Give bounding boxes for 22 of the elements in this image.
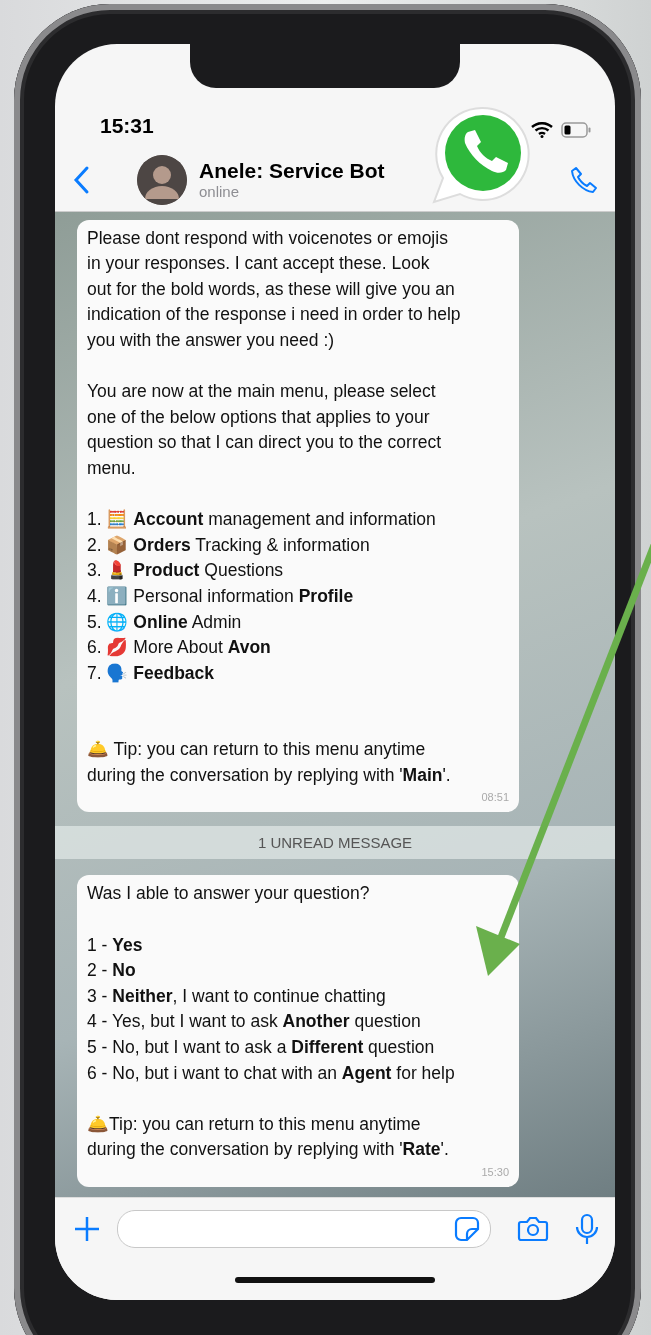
message-text: 🛎 Tip: you can return to this menu anytime during the conversation by replying with 'Main'. (87, 738, 452, 787)
camera-icon[interactable] (517, 1215, 549, 1243)
unread-banner: 1 UNREAD MESSAGE (55, 826, 615, 860)
message-text: 1 - Yes 2 - No 3 - Neither, I want to continue chatting 4 - Yes, but I want to ask Another question 5 - No, but I want to ask a Different question 6 - No, but i want to chat with an Agent for help (87, 933, 456, 1085)
message-text: Please dont respond with voicenotes or emojis in your responses. I cant accept these. Look out for the bold words, as these will give you an indication of the response i need in order to help you with the answer you need :) (87, 226, 462, 352)
message-text: 1. 🧮 Account management and information 2. 📦 Orders Tracking & information 3. 💄 Product Questions 4. ℹ Personal information Profile 5. 🌐 Online Admin 6. 💋 More About Avon 7. 🗣 Feedback (87, 508, 437, 685)
message-time: 08:51 (480, 790, 509, 805)
microphone-icon[interactable] (575, 1213, 599, 1245)
phone-icon[interactable] (569, 164, 599, 195)
message-time: 15:30 (480, 1165, 509, 1179)
status-time: 15:31 (100, 114, 154, 138)
plus-icon[interactable] (73, 1215, 101, 1243)
message-field[interactable] (117, 1210, 491, 1248)
wifi-icon (531, 122, 553, 138)
contact-status: online (199, 183, 241, 200)
avatar[interactable] (137, 154, 187, 205)
message-text: You are now at the main menu, please select one of the below options that applies to your question so that I can direct you to the correct menu. (87, 380, 443, 480)
contact-name: Anele: Service Bot (199, 159, 386, 183)
battery-icon (561, 122, 591, 138)
message-text: 🛎Tip: you can return to this menu anytime during the conversation by replying with 'Rate'. (87, 1112, 450, 1162)
sticker-icon[interactable] (454, 1216, 480, 1242)
message-text: Was I able to answer your question? (87, 882, 371, 906)
